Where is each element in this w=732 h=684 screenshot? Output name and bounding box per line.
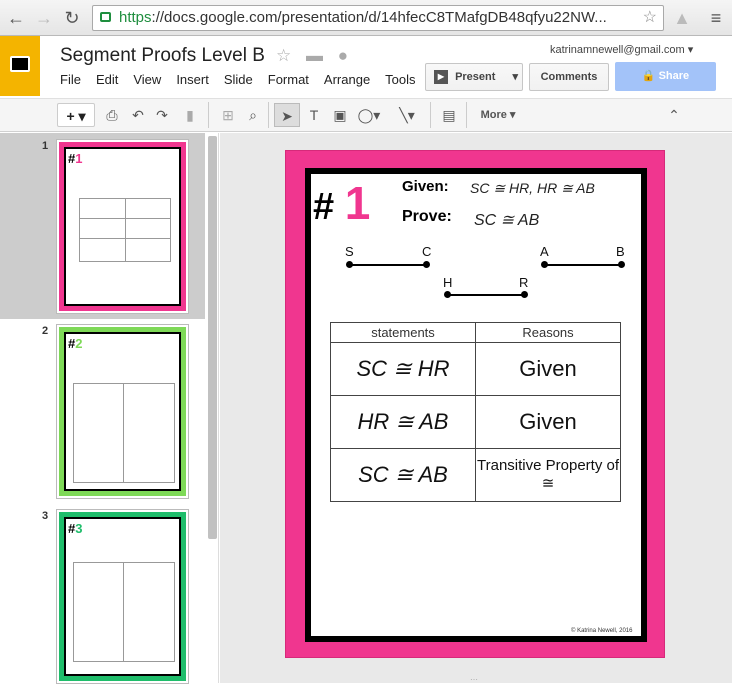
point-a-label: A: [540, 244, 549, 259]
point-r: [521, 291, 528, 298]
account-email[interactable]: katrinamnewell@gmail.com ▾: [550, 43, 693, 56]
menu-tools[interactable]: Tools: [385, 72, 415, 87]
slide-thumbnail-1[interactable]: #1: [56, 139, 189, 314]
slides-logo[interactable]: [0, 36, 40, 96]
statement-cell: HR ≅ AB: [330, 395, 476, 449]
present-label: Present: [455, 71, 496, 83]
reload-icon[interactable]: ↻: [60, 6, 84, 30]
given-label: Given:: [402, 178, 449, 195]
reason-cell: Transitive Property of ≅: [475, 448, 621, 502]
point-r-label: R: [519, 275, 529, 290]
statements-header: statements: [330, 322, 476, 343]
menu-view[interactable]: View: [133, 72, 161, 87]
select-tool-icon[interactable]: ➤: [274, 103, 300, 127]
comment-icon[interactable]: ▤: [438, 103, 460, 127]
text-box-icon[interactable]: T: [304, 103, 324, 127]
slides-logo-icon: [10, 56, 30, 72]
point-c-label: C: [422, 244, 432, 259]
given-statement: SC ≅ HR, HR ≅ AB: [470, 180, 595, 196]
point-c: [423, 261, 430, 268]
menu-format[interactable]: Format: [268, 72, 309, 87]
menu-insert[interactable]: Insert: [176, 72, 209, 87]
undo-icon[interactable]: ↶: [128, 103, 148, 127]
point-s: [346, 261, 353, 268]
folder-icon[interactable]: ▬: [306, 46, 323, 65]
segment-sc: [349, 264, 426, 266]
select-layout-icon[interactable]: ⊞: [218, 103, 238, 127]
reason-cell: Given: [475, 342, 621, 396]
menu-slide[interactable]: Slide: [224, 72, 253, 87]
lock-icon: 🔒: [641, 70, 656, 82]
comments-button[interactable]: Comments: [529, 63, 609, 91]
shape-icon[interactable]: ◯▾: [354, 103, 384, 127]
reasons-header: Reasons: [475, 322, 621, 343]
slide-number-2: 2: [42, 325, 49, 337]
proof-table: statements Reasons SC ≅ HR Given HR ≅ AB…: [330, 322, 621, 502]
present-dropdown-icon[interactable]: ▾: [512, 64, 518, 90]
problem-number: # 1: [313, 177, 371, 229]
prove-statement: SC ≅ AB: [474, 212, 540, 229]
menu-file[interactable]: File: [60, 72, 81, 87]
point-h: [444, 291, 451, 298]
slide-thumbnail-3[interactable]: #3: [56, 509, 189, 684]
title-icons: ☆ ▬ ●: [276, 46, 348, 66]
slide-thumbnail-2[interactable]: #2: [56, 324, 189, 499]
point-s-label: S: [345, 244, 354, 259]
point-a: [541, 261, 548, 268]
drive-extension-icon[interactable]: ▲: [670, 6, 694, 30]
segment-hr: [447, 294, 524, 296]
back-icon[interactable]: ←: [4, 6, 28, 30]
point-h-label: H: [443, 275, 453, 290]
image-icon[interactable]: ▣: [330, 103, 350, 127]
offline-icon[interactable]: ●: [338, 46, 348, 65]
collapse-icon[interactable]: ⌃: [664, 103, 684, 127]
print-icon[interactable]: ⎙: [102, 103, 122, 127]
statement-cell: SC ≅ AB: [330, 448, 476, 502]
play-icon: ▶: [434, 70, 448, 85]
point-b: [618, 261, 625, 268]
menu-edit[interactable]: Edit: [96, 72, 118, 87]
table-row: SC ≅ AB Transitive Property of ≅: [330, 448, 621, 502]
slide-number-1: 1: [42, 140, 49, 152]
forward-icon[interactable]: →: [32, 6, 56, 30]
copyright-text: © Katrina Newell, 2016: [571, 628, 633, 634]
more-button[interactable]: More ▾: [476, 103, 520, 127]
url-scheme: https: [119, 9, 152, 26]
menu-bar: File Edit View Insert Slide Format Arran…: [60, 72, 431, 87]
prove-label: Prove:: [402, 208, 452, 225]
filmstrip-scrollbar[interactable]: [208, 136, 217, 539]
url-text: ://docs.google.com/presentation/d/14hfec…: [151, 9, 607, 26]
slide-number-3: 3: [42, 510, 49, 522]
lock-icon: [100, 12, 111, 22]
redo-icon[interactable]: ↷: [152, 103, 172, 127]
address-bar[interactable]: https://docs.google.com/presentation/d/1…: [92, 5, 664, 31]
reason-cell: Given: [475, 395, 621, 449]
zoom-icon[interactable]: ⌕: [243, 103, 263, 127]
segment-ab: [544, 264, 621, 266]
paint-format-icon[interactable]: ▮: [180, 103, 200, 127]
star-icon[interactable]: ☆: [276, 46, 291, 65]
document-title[interactable]: Segment Proofs Level B: [60, 45, 265, 67]
share-button[interactable]: 🔒 Share: [615, 62, 716, 91]
bookmark-star-icon[interactable]: ☆: [643, 6, 657, 30]
chrome-menu-icon[interactable]: ≡: [704, 6, 728, 30]
table-row: SC ≅ HR Given: [330, 342, 621, 396]
menu-arrange[interactable]: Arrange: [324, 72, 370, 87]
new-slide-button[interactable]: + ▾: [57, 103, 95, 127]
statement-cell: SC ≅ HR: [330, 342, 476, 396]
point-b-label: B: [616, 244, 625, 259]
present-button[interactable]: ▶ Present ▾: [425, 63, 523, 91]
line-icon[interactable]: ╲▾: [392, 103, 422, 127]
table-row: HR ≅ AB Given: [330, 395, 621, 449]
